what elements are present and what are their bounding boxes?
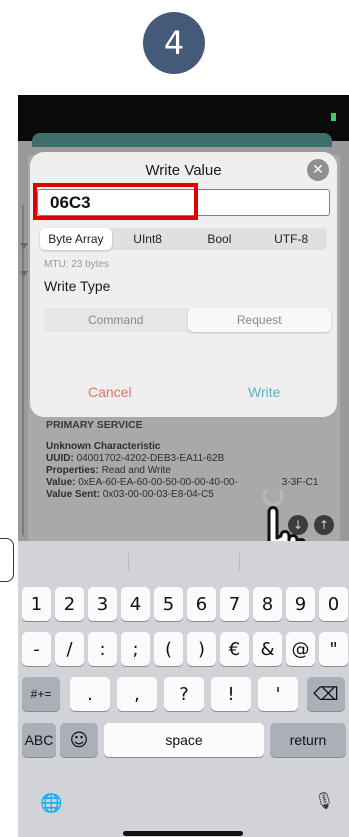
key-0[interactable]: 0 (319, 587, 348, 621)
key-at[interactable]: @ (286, 632, 315, 666)
key-quote[interactable]: " (319, 632, 348, 666)
mtu-label: MTU: 23 bytes (44, 259, 110, 270)
globe-icon[interactable]: 🌐 (40, 793, 62, 814)
close-icon[interactable]: ✕ (307, 159, 329, 181)
properties-line: Properties: Read and Write (46, 465, 171, 476)
cancel-button[interactable]: Cancel (88, 384, 132, 400)
key-space[interactable]: space (104, 723, 264, 757)
key-open-paren[interactable]: ( (154, 632, 183, 666)
emoji-icon[interactable]: ☺ (60, 723, 98, 757)
suggestion-divider (239, 553, 240, 571)
key-slash[interactable]: / (55, 632, 84, 666)
key-8[interactable]: 8 (253, 587, 282, 621)
key-abc[interactable]: ABC (22, 723, 56, 757)
key-6[interactable]: 6 (187, 587, 216, 621)
key-return[interactable]: return (270, 723, 346, 757)
key-apostrophe[interactable]: ' (258, 677, 298, 711)
format-utf8[interactable]: UTF-8 (255, 228, 327, 250)
key-question[interactable]: ? (164, 677, 204, 711)
key-more-symbols[interactable]: #+= (22, 677, 60, 711)
key-exclamation[interactable]: ! (211, 677, 251, 711)
key-3[interactable]: 3 (88, 587, 117, 621)
key-period[interactable]: . (70, 677, 110, 711)
write-type-request[interactable]: Request (187, 308, 331, 332)
key-colon[interactable]: : (88, 632, 117, 666)
key-ampersand[interactable]: & (253, 632, 282, 666)
collapse-triangle-icon[interactable] (20, 243, 28, 249)
home-indicator[interactable] (123, 831, 243, 836)
value-line: Value: 0xEA-60-EA-60-00-50-00-00-40-00- 3… (46, 477, 319, 488)
backspace-icon[interactable]: ⌫ (307, 677, 345, 711)
key-semicolon[interactable]: ; (121, 632, 150, 666)
battery-icon (331, 113, 336, 121)
key-2[interactable]: 2 (55, 587, 84, 621)
format-byte-array[interactable]: Byte Array (40, 228, 112, 250)
phone-screen: PRIMARY SERVICE Unknown Characteristic U… (18, 95, 349, 837)
key-hyphen[interactable]: - (22, 632, 51, 666)
format-bool[interactable]: Bool (184, 228, 256, 250)
keyboard: 1 2 3 4 5 6 7 8 9 0 - / : ; ( ) € & @ " … (18, 541, 349, 837)
key-comma[interactable]: , (117, 677, 157, 711)
collapse-triangle-icon[interactable] (20, 271, 28, 277)
uuid-line: UUID: 04001702-4202-DEB3-EA11-62B (46, 453, 225, 464)
key-5[interactable]: 5 (154, 587, 183, 621)
service-title: PRIMARY SERVICE (46, 419, 143, 431)
write-type-command[interactable]: Command (44, 308, 188, 332)
key-euro[interactable]: € (220, 632, 249, 666)
write-type-selector: Command Request (44, 308, 331, 332)
write-value-dialog: Write Value ✕ 06C3 Byte Array UInt8 Bool… (30, 152, 337, 417)
step-number-badge: 4 (143, 12, 205, 74)
microphone-icon[interactable]: 🎙 (314, 791, 334, 810)
key-1[interactable]: 1 (22, 587, 51, 621)
key-7[interactable]: 7 (220, 587, 249, 621)
key-9[interactable]: 9 (286, 587, 315, 621)
characteristic-name: Unknown Characteristic (46, 441, 161, 452)
header-bar (32, 133, 332, 147)
dialog-title: Write Value (145, 162, 222, 179)
write-type-label: Write Type (44, 278, 111, 294)
tree-line (22, 205, 24, 535)
format-selector: Byte Array UInt8 Bool UTF-8 (40, 228, 327, 250)
key-close-paren[interactable]: ) (187, 632, 216, 666)
format-uint8[interactable]: UInt8 (112, 228, 184, 250)
write-button[interactable]: Write (248, 384, 280, 400)
service-details: PRIMARY SERVICE Unknown Characteristic U… (46, 419, 346, 501)
key-4[interactable]: 4 (121, 587, 150, 621)
highlight-annotation (33, 183, 198, 220)
bracket-decoration (0, 538, 14, 582)
suggestion-divider (128, 553, 129, 571)
